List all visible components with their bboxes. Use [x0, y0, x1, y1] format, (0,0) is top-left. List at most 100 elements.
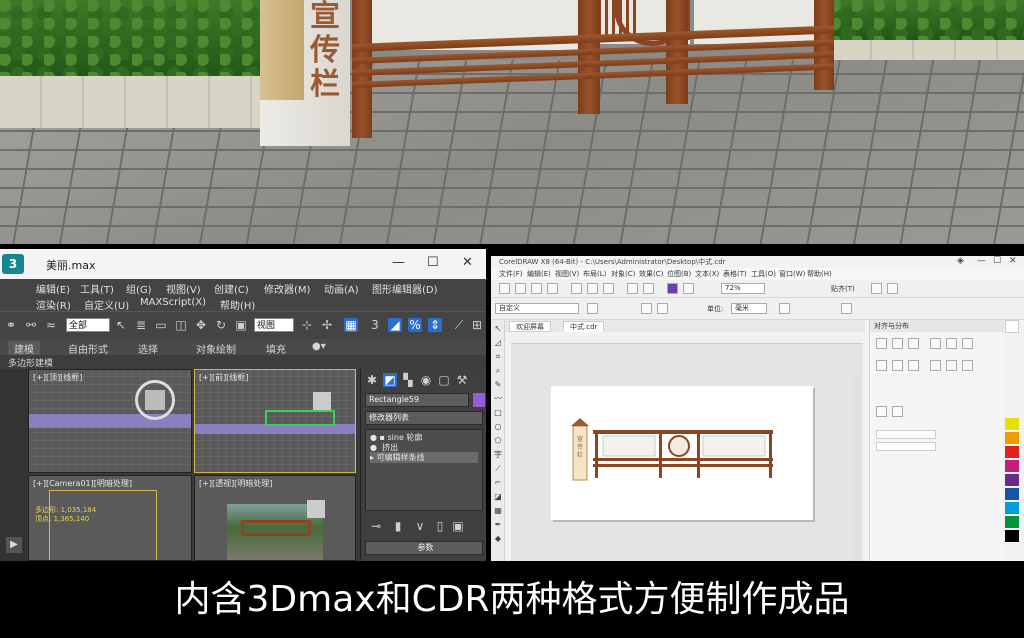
crop-tool-icon[interactable]: ⌗	[493, 352, 503, 362]
blend-tool-icon[interactable]: ◪	[493, 492, 503, 502]
ellipse-tool-icon[interactable]: ○	[493, 422, 503, 432]
spinner-snap-icon[interactable]: ⇕	[428, 318, 442, 332]
max-menu-edit[interactable]: 编辑(E)	[36, 281, 70, 296]
cdr-menu-file[interactable]: 文件(F)	[499, 269, 523, 279]
hierarchy-panel-icon[interactable]: ▚	[401, 373, 415, 387]
cdr-units-dropdown[interactable]: 毫米	[731, 303, 767, 314]
bind-space-warp-icon[interactable]: ≈	[44, 318, 58, 332]
motion-panel-icon[interactable]: ◉	[419, 373, 433, 387]
eyedropper-tool-icon[interactable]: ✒	[493, 520, 503, 530]
viewport-top-label[interactable]: [+][顶][线框]	[33, 372, 82, 383]
ribbon-tab-selection[interactable]: 选择	[138, 341, 158, 356]
cdr-launch-icon[interactable]	[887, 283, 898, 294]
scale-icon[interactable]: ▣	[234, 318, 248, 332]
cdr-landscape-icon[interactable]	[657, 303, 668, 314]
cdr-page[interactable]: 宣传栏	[551, 386, 813, 520]
cdr-paper-size-dropdown[interactable]: 自定义	[495, 303, 579, 314]
params-rollout[interactable]: 参数	[365, 541, 483, 555]
modifier-list-dropdown[interactable]: 修改器列表	[365, 411, 483, 425]
distribute-middle-icon[interactable]	[946, 360, 957, 371]
select-by-name-icon[interactable]: ≣	[134, 318, 148, 332]
max-menu-rendering[interactable]: 渲染(R)	[36, 297, 71, 312]
viewport-camera[interactable]: [+][Camera01][明暗处理] 多边形: 1,035,184 顶点: 1…	[28, 475, 192, 561]
select-manipulate-icon[interactable]: ✢	[320, 318, 334, 332]
docker-y-field[interactable]	[876, 442, 936, 451]
connector-tool-icon[interactable]: ⌐	[493, 478, 503, 488]
cdr-options-icon[interactable]	[871, 283, 882, 294]
ribbon-tab-populate[interactable]: 填充	[266, 341, 286, 356]
max-menu-help[interactable]: 帮助(H)	[220, 297, 255, 312]
minimize-icon[interactable]: —	[392, 255, 405, 270]
cdr-export-icon[interactable]	[683, 283, 694, 294]
cdr-paste-icon[interactable]	[603, 283, 614, 294]
unlink-icon[interactable]: ⚯	[24, 318, 38, 332]
cdr-zoom-dropdown[interactable]: 72%	[721, 283, 765, 294]
utilities-panel-icon[interactable]: ⚒	[455, 373, 469, 387]
make-unique-icon[interactable]: ∨	[413, 519, 427, 533]
dimension-tool-icon[interactable]: ⟋	[493, 464, 503, 474]
viewport-top[interactable]: [+][顶][线框]	[28, 369, 192, 473]
freehand-tool-icon[interactable]: ✎	[493, 380, 503, 390]
modify-panel-icon[interactable]: ◩	[383, 373, 397, 387]
cdr-menu-text[interactable]: 文本(X)	[695, 269, 719, 279]
align-to-object-icon[interactable]	[876, 406, 887, 417]
rect-selection-icon[interactable]: ▭	[154, 318, 168, 332]
cdr-vertical-scrollbar[interactable]	[853, 376, 861, 561]
swatch-orange[interactable]	[1005, 432, 1019, 445]
swatch-magenta[interactable]	[1005, 460, 1019, 473]
distribute-right-icon[interactable]	[908, 360, 919, 371]
ribbon-toggle-icon[interactable]: ●▾	[312, 341, 326, 352]
object-name-field[interactable]: Rectangle59	[365, 393, 469, 407]
transparency-tool-icon[interactable]: ▦	[493, 506, 503, 516]
percent-snap-icon[interactable]: %	[408, 318, 422, 332]
cdr-menu-edit[interactable]: 编辑(E)	[527, 269, 551, 279]
cdr-maximize-icon[interactable]: ☐	[993, 256, 1001, 266]
align-right-icon[interactable]	[908, 338, 919, 349]
cdr-canvas[interactable]: 宣传栏	[511, 336, 863, 561]
cdr-close-icon[interactable]: ✕	[1009, 256, 1017, 266]
display-panel-icon[interactable]: ▢	[437, 373, 451, 387]
reference-coordinate-dropdown[interactable]: 视图	[254, 318, 294, 332]
cdr-menu-effects[interactable]: 效果(C)	[639, 269, 663, 279]
max-menu-maxscript[interactable]: MAXScript(X)	[140, 297, 206, 308]
docker-x-field[interactable]	[876, 430, 936, 439]
distribute-top-icon[interactable]	[930, 360, 941, 371]
cdr-save-icon[interactable]	[531, 283, 542, 294]
configure-sets-icon[interactable]: ▣	[451, 519, 465, 533]
cdr-portrait-icon[interactable]	[641, 303, 652, 314]
cdr-menu-view[interactable]: 视图(V)	[555, 269, 579, 279]
cdr-import-icon[interactable]	[667, 283, 678, 294]
cdr-menu-tools[interactable]: 工具(O)	[751, 269, 776, 279]
distribute-center-icon[interactable]	[892, 360, 903, 371]
align-middle-icon[interactable]	[946, 338, 957, 349]
ribbon-tab-freeform[interactable]: 自由形式	[68, 341, 108, 356]
angle-snap-icon[interactable]: ◢	[388, 318, 402, 332]
viewport-perspective[interactable]: [+][透视][明暗处理]	[194, 475, 356, 561]
create-panel-icon[interactable]: ✱	[365, 373, 379, 387]
link-icon[interactable]: ⚭	[4, 318, 18, 332]
cdr-menu-layout[interactable]: 布局(L)	[583, 269, 606, 279]
cdr-snap-dropdown[interactable]: 贴齐(T)	[831, 284, 855, 294]
max-menu-modifiers[interactable]: 修改器(M)	[264, 281, 310, 296]
swatch-red[interactable]	[1005, 446, 1019, 459]
pick-tool-icon[interactable]: ↖	[493, 324, 503, 334]
swatch-blue[interactable]	[1005, 488, 1019, 501]
distribute-bottom-icon[interactable]	[962, 360, 973, 371]
tab-welcome[interactable]: 欢迎屏幕	[509, 321, 551, 332]
pivot-icon[interactable]: ⊹	[300, 318, 314, 332]
snaps-toggle-icon[interactable]: 3	[368, 318, 382, 332]
align-bottom-icon[interactable]	[962, 338, 973, 349]
play-icon[interactable]: ▶	[6, 537, 22, 553]
max-menu-tools[interactable]: 工具(T)	[80, 281, 114, 296]
object-color-swatch[interactable]	[473, 393, 485, 407]
text-tool-icon[interactable]: 字	[493, 450, 503, 460]
tab-document[interactable]: 中式.cdr	[563, 321, 605, 332]
align-top-icon[interactable]	[930, 338, 941, 349]
cdr-copy-icon[interactable]	[587, 283, 598, 294]
max-menu-group[interactable]: 组(G)	[126, 281, 152, 296]
cdr-cut-icon[interactable]	[571, 283, 582, 294]
cdr-menu-help[interactable]: 帮助(H)	[807, 269, 832, 279]
cdr-duplicate-distance-icon[interactable]	[841, 303, 852, 314]
cdr-open-icon[interactable]	[515, 283, 526, 294]
zoom-tool-icon[interactable]: ⌕	[493, 366, 503, 376]
